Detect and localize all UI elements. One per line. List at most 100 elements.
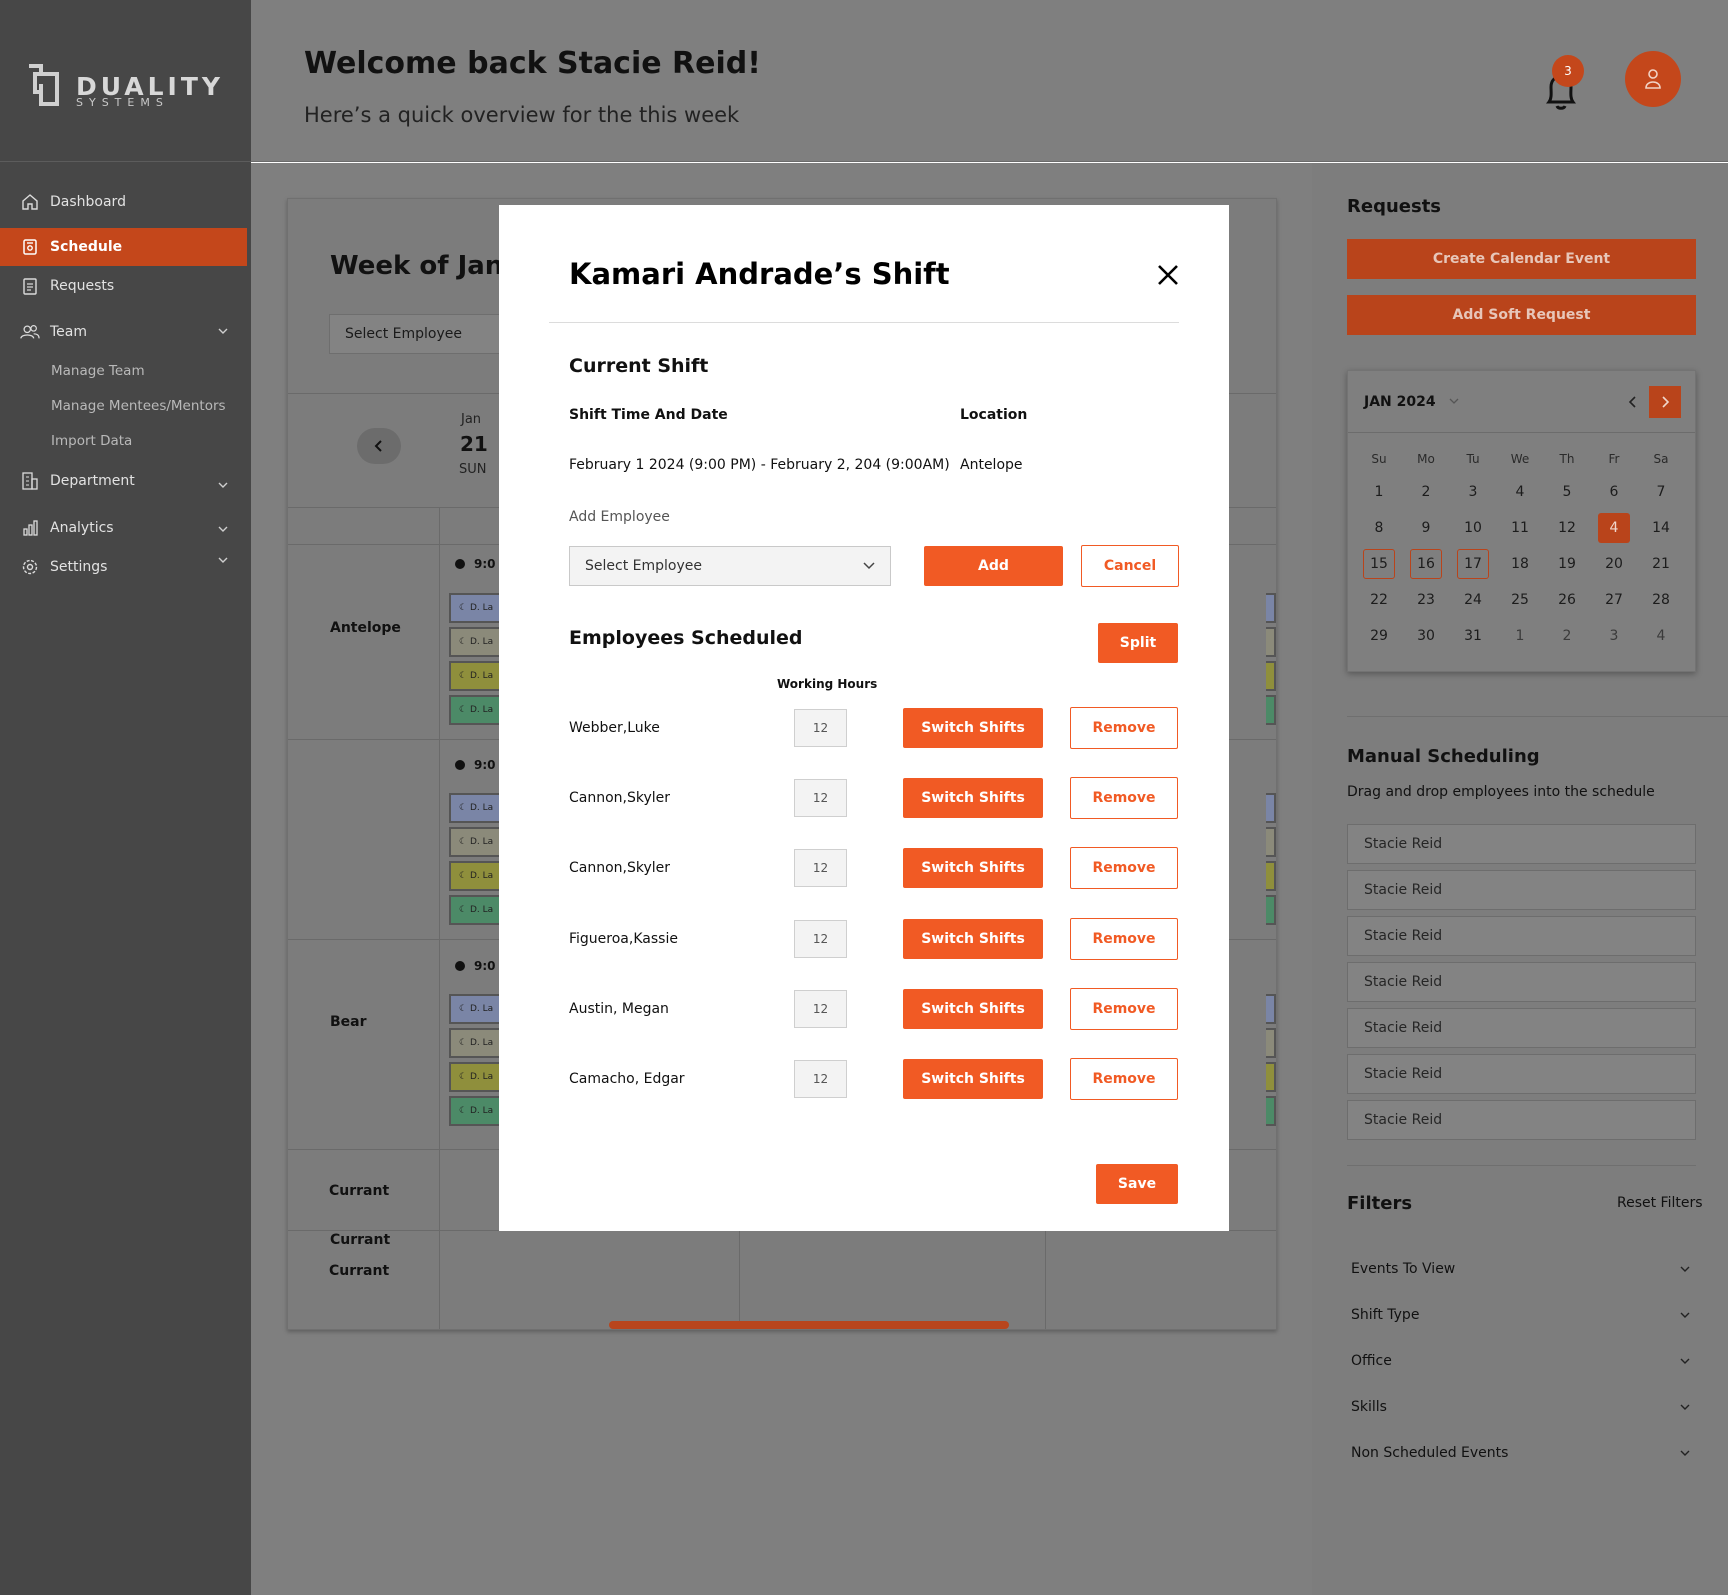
calendar-day[interactable]: 5 — [1551, 477, 1583, 507]
shift-chip[interactable]: ☾ D. La — [449, 627, 501, 657]
calendar-day[interactable]: 28 — [1645, 585, 1677, 615]
sidebar-item-analytics[interactable]: Analytics — [0, 509, 251, 547]
calendar-day[interactable]: 22 — [1363, 585, 1395, 615]
calendar-day[interactable]: 17 — [1457, 549, 1489, 579]
shift-time[interactable]: 9:0 — [455, 557, 496, 571]
sidebar-subitem-manage-team[interactable]: Manage Team — [51, 363, 145, 379]
working-hours-input[interactable]: 12 — [794, 779, 847, 817]
switch-shifts-button[interactable]: Switch Shifts — [903, 1059, 1043, 1099]
switch-shifts-button[interactable]: Switch Shifts — [903, 848, 1043, 888]
calendar-day[interactable]: 29 — [1363, 621, 1395, 651]
calendar-day[interactable]: 10 — [1457, 513, 1489, 543]
switch-shifts-button[interactable]: Switch Shifts — [903, 708, 1043, 748]
calendar-day[interactable]: 26 — [1551, 585, 1583, 615]
avatar[interactable] — [1625, 51, 1681, 107]
calendar-day[interactable]: 27 — [1598, 585, 1630, 615]
filter-dropdown[interactable]: Shift Type — [1351, 1303, 1691, 1327]
calendar-day[interactable]: 23 — [1410, 585, 1442, 615]
switch-shifts-button[interactable]: Switch Shifts — [903, 989, 1043, 1029]
filter-dropdown[interactable]: Office — [1351, 1349, 1691, 1373]
filter-dropdown[interactable]: Skills — [1351, 1395, 1691, 1419]
calendar-day[interactable]: 11 — [1504, 513, 1536, 543]
schedule-employee-select[interactable]: Select Employee — [329, 314, 509, 354]
split-button[interactable]: Split — [1098, 623, 1178, 663]
remove-button[interactable]: Remove — [1070, 707, 1178, 749]
draggable-employee[interactable]: Stacie Reid — [1347, 916, 1696, 956]
sidebar-subitem-import-data[interactable]: Import Data — [51, 433, 132, 449]
filter-dropdown[interactable]: Non Scheduled Events — [1351, 1441, 1691, 1465]
calendar-day[interactable]: 3 — [1598, 621, 1630, 651]
draggable-employee[interactable]: Stacie Reid — [1347, 1008, 1696, 1048]
shift-chip[interactable]: ☾ D. La — [449, 793, 501, 823]
working-hours-input[interactable]: 12 — [794, 990, 847, 1028]
calendar-day[interactable]: 2 — [1551, 621, 1583, 651]
draggable-employee[interactable]: Stacie Reid — [1347, 1100, 1696, 1140]
shift-chip[interactable]: ☾ D. La — [449, 695, 501, 725]
remove-button[interactable]: Remove — [1070, 847, 1178, 889]
calendar-day[interactable]: 1 — [1363, 477, 1395, 507]
sidebar-item-dashboard[interactable]: Dashboard — [0, 183, 251, 221]
save-button[interactable]: Save — [1096, 1164, 1178, 1204]
calendar-day[interactable]: 25 — [1504, 585, 1536, 615]
filter-dropdown[interactable]: Events To View — [1351, 1257, 1691, 1281]
day-number[interactable]: 21 — [460, 432, 488, 456]
create-calendar-event-button[interactable]: Create Calendar Event — [1347, 239, 1696, 279]
shift-chip[interactable]: ☾ D. La — [449, 861, 501, 891]
calendar-prev-button[interactable] — [1623, 391, 1643, 413]
employee-select[interactable]: Select Employee — [569, 546, 891, 586]
shift-chip[interactable]: ☾ D. La — [449, 1028, 501, 1058]
calendar-day[interactable]: 19 — [1551, 549, 1583, 579]
add-button[interactable]: Add — [924, 546, 1063, 586]
switch-shifts-button[interactable]: Switch Shifts — [903, 919, 1043, 959]
horizontal-scrollbar[interactable] — [609, 1321, 1009, 1329]
draggable-employee[interactable]: Stacie Reid — [1347, 1054, 1696, 1094]
calendar-day[interactable]: 20 — [1598, 549, 1630, 579]
add-soft-request-button[interactable]: Add Soft Request — [1347, 295, 1696, 335]
sidebar-subitem-manage-mentees[interactable]: Manage Mentees/Mentors — [51, 398, 226, 414]
calendar-day[interactable]: 15 — [1363, 549, 1395, 579]
sidebar-item-team[interactable]: Team — [0, 313, 251, 351]
shift-chip[interactable]: ☾ D. La — [449, 1062, 501, 1092]
chevron-down-icon[interactable] — [217, 479, 229, 491]
shift-time[interactable]: 9:0 — [455, 758, 496, 772]
chevron-down-icon[interactable] — [217, 325, 229, 337]
calendar-day[interactable]: 1 — [1504, 621, 1536, 651]
calendar-day[interactable]: 18 — [1504, 549, 1536, 579]
calendar-day[interactable]: 4 — [1504, 477, 1536, 507]
remove-button[interactable]: Remove — [1070, 918, 1178, 960]
calendar-day[interactable]: 8 — [1363, 513, 1395, 543]
calendar-day[interactable]: 12 — [1551, 513, 1583, 543]
calendar-day[interactable]: 16 — [1410, 549, 1442, 579]
chevron-down-icon[interactable] — [217, 554, 229, 566]
sidebar-item-schedule[interactable]: Schedule — [0, 228, 247, 266]
calendar-next-button[interactable] — [1649, 386, 1681, 418]
working-hours-input[interactable]: 12 — [794, 849, 847, 887]
shift-chip[interactable]: ☾ D. La — [449, 593, 501, 623]
close-icon[interactable] — [1155, 262, 1181, 288]
prev-week-button[interactable] — [357, 428, 401, 464]
calendar-day[interactable]: 4 — [1645, 621, 1677, 651]
calendar-day[interactable]: 2 — [1410, 477, 1442, 507]
switch-shifts-button[interactable]: Switch Shifts — [903, 778, 1043, 818]
remove-button[interactable]: Remove — [1070, 777, 1178, 819]
shift-chip[interactable]: ☾ D. La — [449, 1096, 501, 1126]
working-hours-input[interactable]: 12 — [794, 1060, 847, 1098]
calendar-day[interactable]: 30 — [1410, 621, 1442, 651]
calendar-day[interactable]: 9 — [1410, 513, 1442, 543]
calendar-day[interactable]: 7 — [1645, 477, 1677, 507]
calendar-day[interactable]: 3 — [1457, 477, 1489, 507]
remove-button[interactable]: Remove — [1070, 988, 1178, 1030]
remove-button[interactable]: Remove — [1070, 1058, 1178, 1100]
calendar-month[interactable]: JAN 2024 — [1364, 394, 1460, 410]
shift-chip[interactable]: ☾ D. La — [449, 661, 501, 691]
working-hours-input[interactable]: 12 — [794, 920, 847, 958]
calendar-day[interactable]: 4 — [1598, 513, 1630, 543]
draggable-employee[interactable]: Stacie Reid — [1347, 824, 1696, 864]
sidebar-item-settings[interactable]: Settings — [0, 548, 251, 586]
calendar-day[interactable]: 21 — [1645, 549, 1677, 579]
shift-time[interactable]: 9:0 — [455, 959, 496, 973]
draggable-employee[interactable]: Stacie Reid — [1347, 870, 1696, 910]
shift-chip[interactable]: ☾ D. La — [449, 895, 501, 925]
calendar-day[interactable]: 6 — [1598, 477, 1630, 507]
cancel-button[interactable]: Cancel — [1081, 545, 1179, 587]
